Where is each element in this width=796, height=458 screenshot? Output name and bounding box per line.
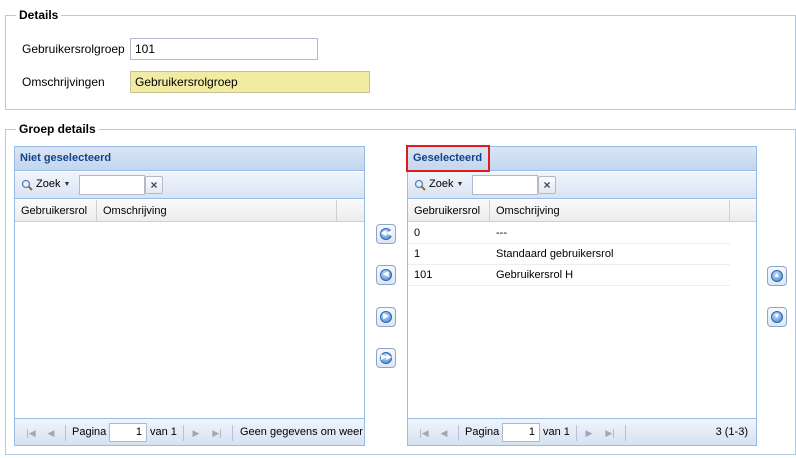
title-highlight-box	[406, 145, 490, 172]
gebruikersrolgroep-input[interactable]: 101	[130, 38, 318, 60]
gebruikersrolgroep-label: Gebruikersrolgroep	[22, 42, 125, 56]
down-arrow-icon: ▼	[771, 311, 783, 323]
grid-title: Niet geselecteerd	[20, 152, 112, 164]
omschrijvingen-field: Gebruikersrolgroep	[130, 71, 370, 93]
separator	[625, 425, 626, 441]
niet-geselecteerd-grid: Niet geselecteerd Zoek ▼ × Gebruikersrol…	[14, 146, 365, 446]
chevron-down-icon: ▼	[63, 181, 71, 188]
last-page-icon[interactable]: ▶|	[604, 427, 616, 439]
cell-gebruikersrol: 1	[414, 248, 421, 260]
cell-omschrijving: ---	[496, 227, 507, 239]
details-fieldset: Details	[5, 8, 796, 110]
column-gebruikersrol[interactable]: Gebruikersrol	[408, 200, 490, 222]
magnifier-icon	[21, 179, 33, 191]
separator	[183, 425, 184, 441]
zoek-label: Zoek	[36, 178, 61, 190]
pagina-label: Pagina	[465, 426, 500, 438]
column-omschrijving[interactable]: Omschrijving	[490, 200, 730, 222]
next-page-icon[interactable]: ▶	[583, 427, 595, 439]
separator	[65, 425, 66, 441]
first-page-icon[interactable]: |◀	[418, 427, 430, 439]
column-header-row: Gebruikersrol Omschrijving	[15, 200, 364, 222]
zoek-menu-button[interactable]: Zoek ▼	[414, 178, 463, 191]
geselecteerd-grid: Geselecteerd Zoek ▼ × Gebruikersrol Omsc…	[407, 146, 757, 446]
separator	[458, 425, 459, 441]
page-count-label: van 1	[543, 426, 570, 438]
pager-status: Geen gegevens om weer	[240, 426, 363, 438]
magnifier-icon	[414, 179, 426, 191]
pager-status: 3 (1-3)	[715, 426, 748, 438]
double-left-arrow-icon: ◀◀	[380, 228, 392, 240]
separator	[576, 425, 577, 441]
pagination-toolbar: |◀ ◀ Pagina 1 van 1 ▶ ▶| 3 (1-3)	[408, 418, 756, 445]
move-right-button[interactable]: ▶	[376, 307, 396, 327]
grid-toolbar: Zoek ▼ ×	[408, 172, 756, 199]
chevron-down-icon: ▼	[456, 181, 464, 188]
move-left-button[interactable]: ◀	[376, 265, 396, 285]
up-arrow-icon: ▲	[771, 270, 783, 282]
prev-page-icon[interactable]: ◀	[438, 427, 450, 439]
table-row[interactable]: 0 ---	[408, 223, 730, 244]
omschrijvingen-label: Omschrijvingen	[22, 75, 105, 89]
move-up-button[interactable]: ▲	[767, 266, 787, 286]
right-arrow-icon: ▶	[380, 311, 392, 323]
table-row[interactable]: 1 Standaard gebruikersrol	[408, 244, 730, 265]
column-omschrijving[interactable]: Omschrijving	[97, 200, 337, 222]
search-input[interactable]	[472, 175, 538, 195]
cell-omschrijving: Standaard gebruikersrol	[496, 248, 614, 260]
prev-page-icon[interactable]: ◀	[45, 427, 57, 439]
groep-details-legend: Groep details	[16, 122, 99, 136]
search-input[interactable]	[79, 175, 145, 195]
page-number-input[interactable]: 1	[109, 423, 147, 442]
table-row[interactable]: 101 Gebruikersrol H	[408, 265, 730, 286]
left-arrow-icon: ◀	[380, 269, 392, 281]
last-page-icon[interactable]: ▶|	[211, 427, 223, 439]
cell-omschrijving: Gebruikersrol H	[496, 269, 574, 281]
clear-x-icon: ×	[150, 178, 158, 192]
first-page-icon[interactable]: |◀	[25, 427, 37, 439]
next-page-icon[interactable]: ▶	[190, 427, 202, 439]
page-count-label: van 1	[150, 426, 177, 438]
pagina-label: Pagina	[72, 426, 107, 438]
zoek-label: Zoek	[429, 178, 454, 190]
move-down-button[interactable]: ▼	[767, 307, 787, 327]
double-right-arrow-icon: ▶▶	[380, 352, 392, 364]
zoek-menu-button[interactable]: Zoek ▼	[21, 178, 70, 191]
move-all-left-button[interactable]: ◀◀	[376, 224, 396, 244]
page-number-input[interactable]: 1	[502, 423, 540, 442]
cell-gebruikersrol: 101	[414, 269, 433, 281]
separator	[232, 425, 233, 441]
grid-header: Niet geselecteerd	[15, 147, 364, 171]
details-legend: Details	[16, 8, 62, 22]
clear-search-button[interactable]: ×	[145, 176, 163, 194]
pagination-toolbar: |◀ ◀ Pagina 1 van 1 ▶ ▶| Geen gegevens o…	[15, 418, 364, 445]
column-header-row: Gebruikersrol Omschrijving	[408, 200, 756, 222]
cell-gebruikersrol: 0	[414, 227, 421, 239]
clear-search-button[interactable]: ×	[538, 176, 556, 194]
grid-toolbar: Zoek ▼ ×	[15, 172, 364, 199]
column-gebruikersrol[interactable]: Gebruikersrol	[15, 200, 97, 222]
clear-x-icon: ×	[543, 178, 551, 192]
move-all-right-button[interactable]: ▶▶	[376, 348, 396, 368]
